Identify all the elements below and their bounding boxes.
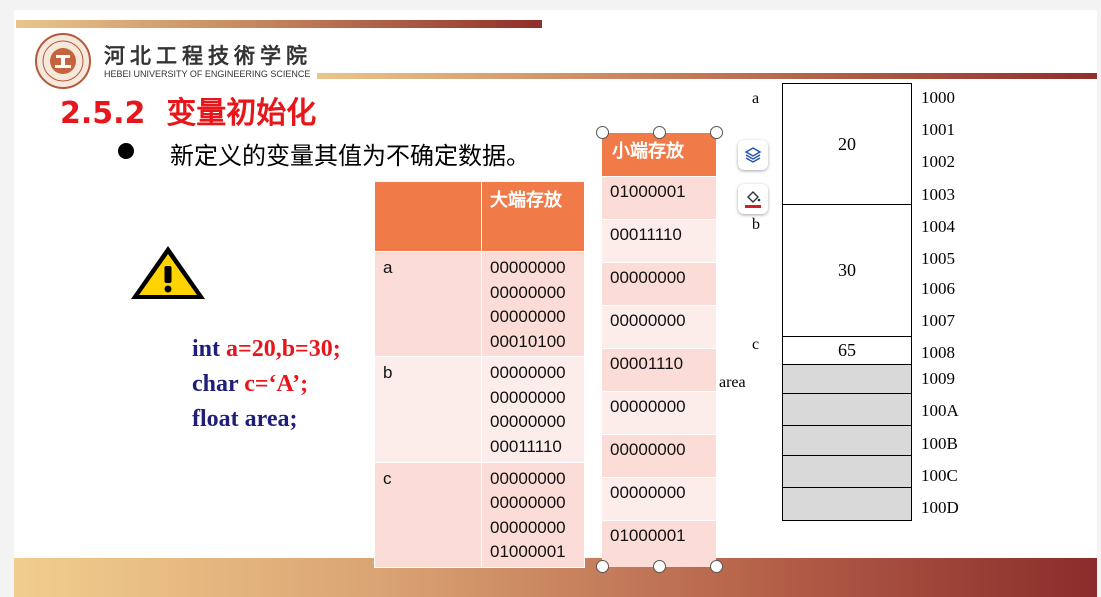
memory-block-area: [782, 393, 912, 426]
slide: 河北工程技術学院 HEBEI UNIVERSITY OF ENGINEERING…: [14, 10, 1097, 597]
university-name-en: HEBEI UNIVERSITY OF ENGINEERING SCIENCE: [104, 69, 311, 79]
big-endian-header-row: 大端存放: [374, 180, 585, 253]
big-endian-table: 大端存放 a 00000000 00000000 00000000 00010100 …: [374, 180, 585, 569]
memory-address: 100D: [921, 498, 959, 517]
selection-handle[interactable]: [653, 560, 666, 573]
list-item: 00001110: [602, 348, 716, 391]
memory-address: 1009: [921, 369, 955, 388]
memory-block-area: [782, 425, 912, 456]
section-number: 2.5.2: [60, 96, 146, 131]
section-title-text: 变量初始化: [166, 96, 317, 131]
memory-address: 1005: [921, 249, 955, 268]
memory-var-area: area: [719, 374, 746, 391]
list-item: 00000000: [602, 477, 716, 520]
memory-address: 100C: [921, 466, 958, 485]
little-endian-header: 小端存放: [602, 133, 716, 176]
memory-block-a: 20: [782, 83, 912, 205]
list-item: 00000000: [602, 391, 716, 434]
selection-handle[interactable]: [710, 126, 723, 139]
list-item: 00000000: [602, 262, 716, 305]
bullet-text: 新定义的变量其值为不确定数据。: [170, 142, 530, 170]
big-endian-header: 大端存放: [490, 190, 562, 211]
memory-block-b: 30: [782, 204, 912, 337]
header-decor-bar: [317, 73, 1097, 79]
selection-handle[interactable]: [710, 560, 723, 573]
list-item: 01000001: [602, 176, 716, 219]
code-block: int a=20,b=30; char c=‘A’; float area;: [192, 332, 341, 437]
memory-block-area: [782, 455, 912, 488]
memory-var-a: a: [752, 90, 760, 107]
university-name-cn: 河北工程技術学院: [104, 43, 312, 68]
memory-block-area: [782, 364, 912, 394]
layers-icon: [744, 147, 762, 163]
code-line-3: float area;: [192, 406, 298, 432]
top-decor-bar: [16, 20, 542, 28]
memory-address: 1007: [921, 311, 955, 330]
memory-address: 100B: [921, 434, 958, 453]
little-endian-table[interactable]: 小端存放 01000001 00011110 00000000 00000000…: [602, 133, 716, 567]
selection-handle[interactable]: [596, 560, 609, 573]
memory-address: 1008: [921, 343, 955, 362]
memory-address: 1003: [921, 185, 955, 204]
code-line-1: int a=20,b=30;: [192, 336, 341, 362]
memory-address: 1000: [921, 88, 955, 107]
list-item: 00000000: [602, 305, 716, 348]
list-item: 00011110: [602, 219, 716, 262]
table-row: b 00000000 00000000 00000000 00011110: [374, 356, 585, 463]
warning-icon: [128, 242, 208, 302]
selection-handle[interactable]: [596, 126, 609, 139]
memory-address: 1001: [921, 120, 955, 139]
memory-address: 1002: [921, 152, 955, 171]
university-seal-icon: [35, 33, 91, 89]
paint-bucket-icon: [745, 191, 761, 208]
fill-color-button[interactable]: [738, 184, 768, 214]
table-row: c 00000000 00000000 00000000 01000001: [374, 461, 585, 569]
bullet-dot: [118, 143, 134, 159]
section-title: 2.5.2 变量初始化: [60, 88, 316, 132]
memory-address: 1004: [921, 217, 955, 236]
table-row: a 00000000 00000000 00000000 00010100: [374, 251, 585, 358]
memory-var-b: b: [752, 216, 760, 233]
selection-handle[interactable]: [653, 126, 666, 139]
memory-var-c: c: [752, 336, 760, 353]
layers-button[interactable]: [738, 140, 768, 170]
code-line-2: char c=‘A’;: [192, 371, 309, 397]
list-item: 00000000: [602, 434, 716, 477]
memory-address: 100A: [921, 401, 959, 420]
memory-address: 1006: [921, 279, 955, 298]
memory-block-c: 65: [782, 336, 912, 365]
memory-block-area: [782, 487, 912, 521]
